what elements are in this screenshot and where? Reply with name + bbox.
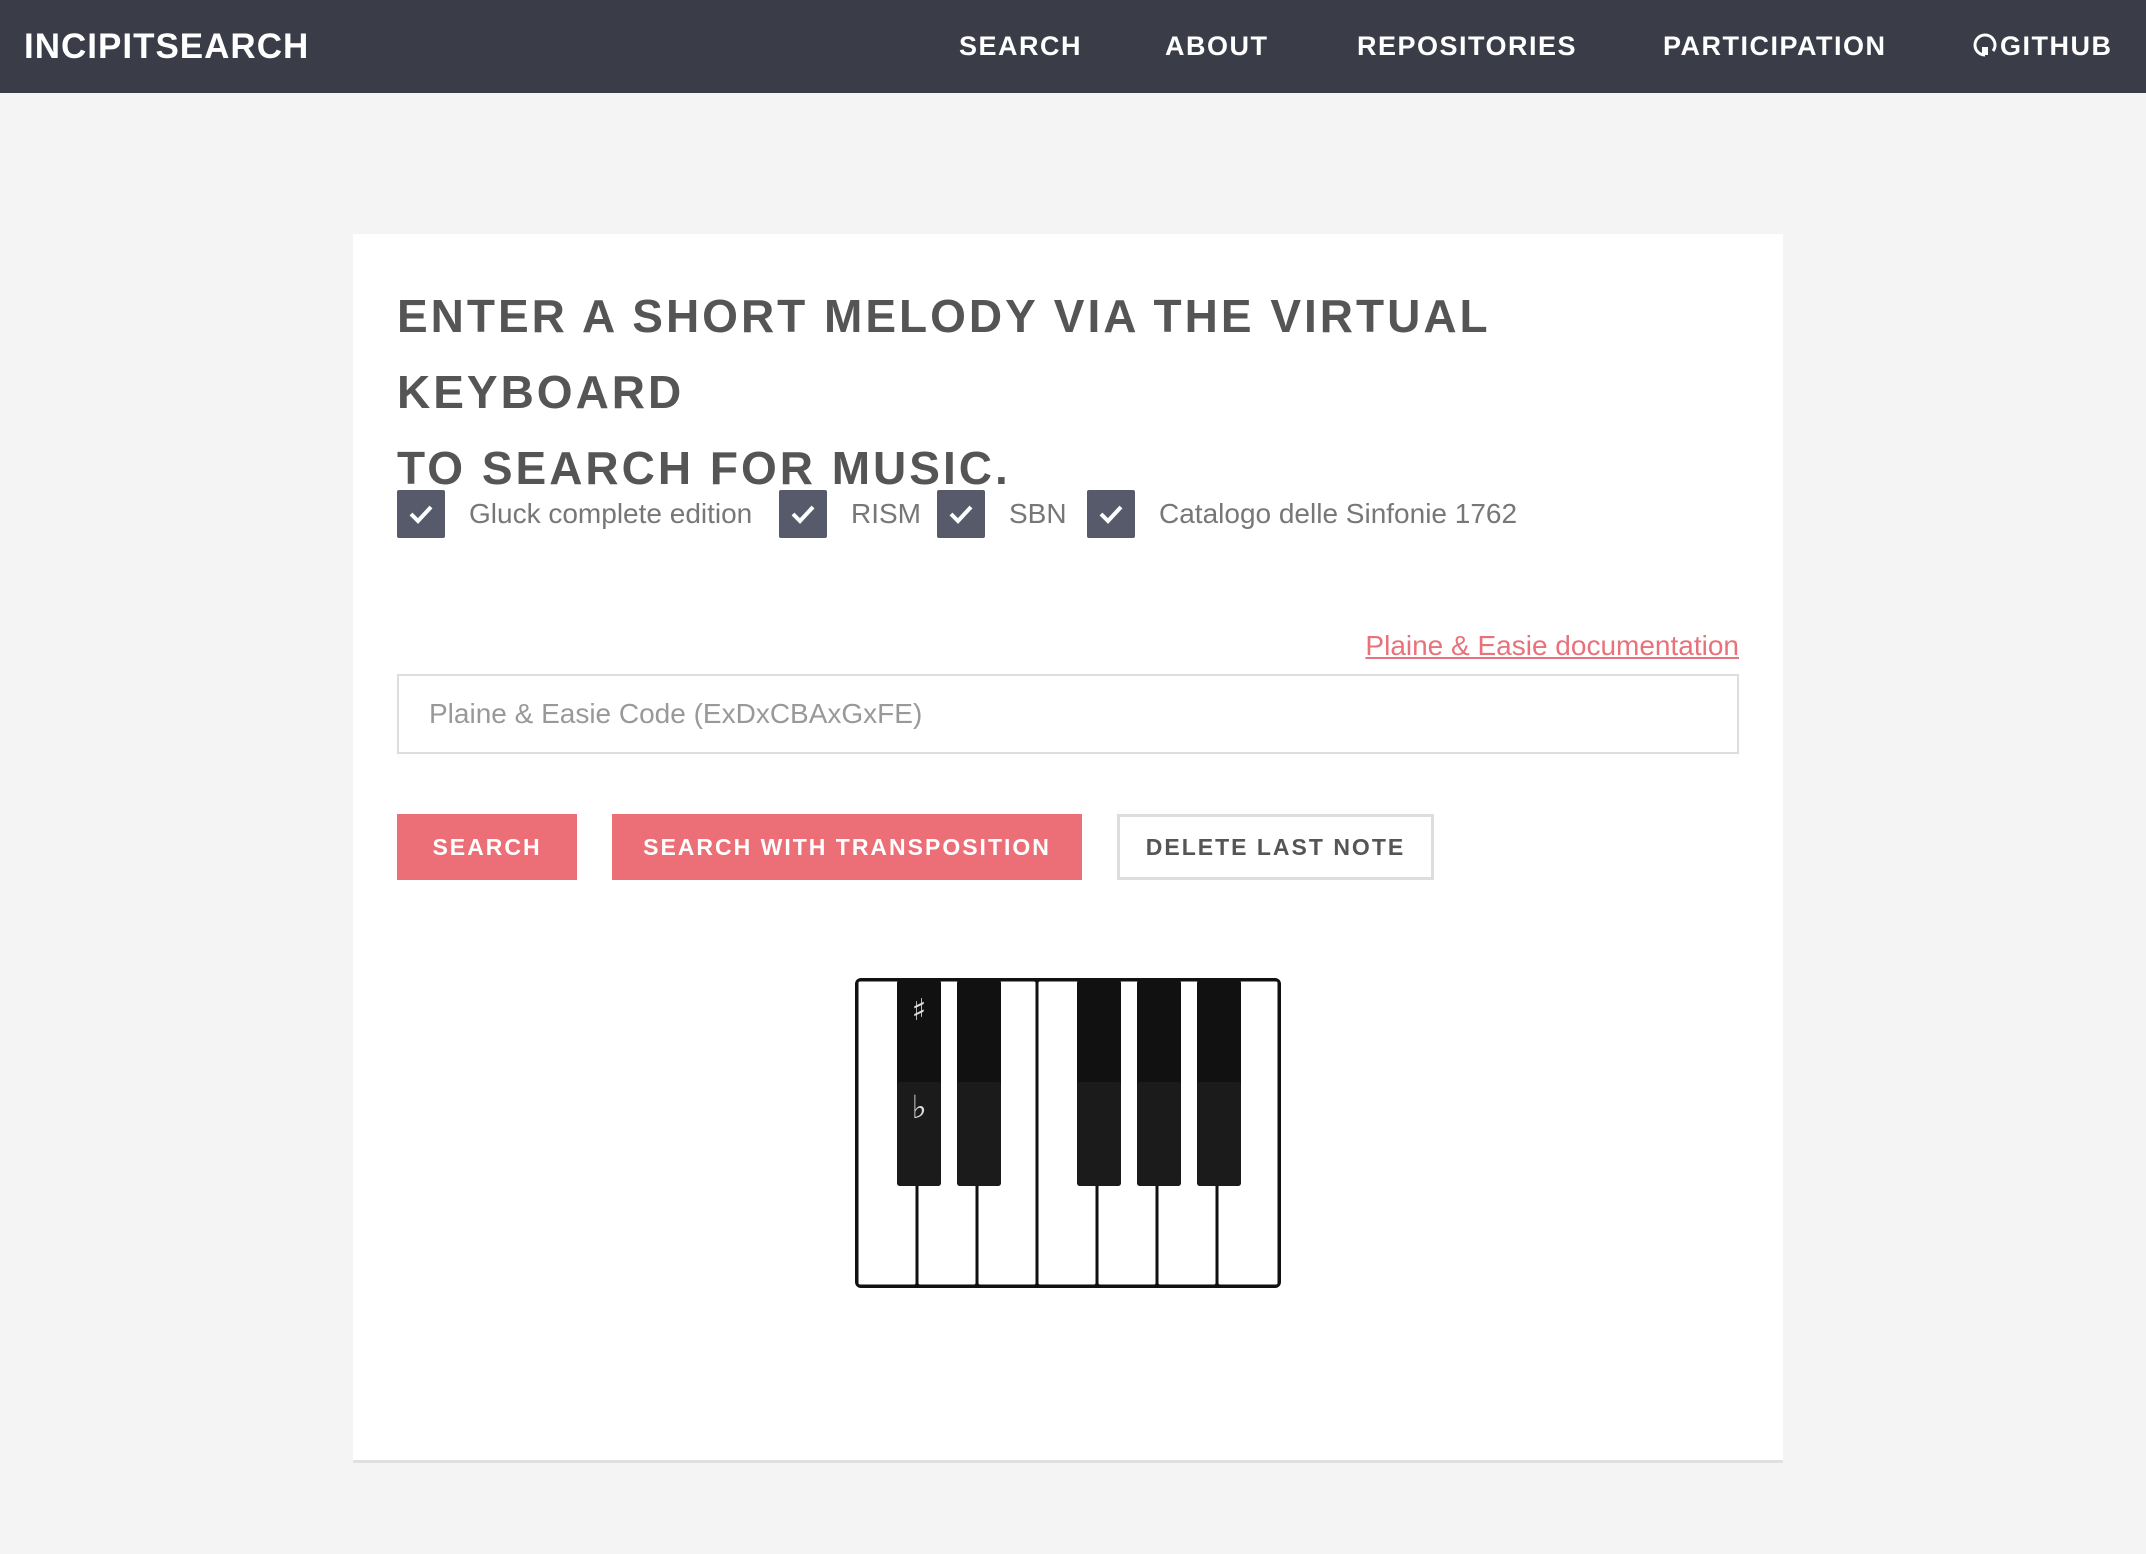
check-icon — [397, 490, 445, 538]
check-icon — [779, 490, 827, 538]
checkbox-sbn[interactable]: SBN — [937, 489, 1067, 539]
black-key-g-sharp[interactable] — [1137, 980, 1181, 1186]
search-button[interactable]: SEARCH — [397, 814, 577, 880]
github-icon — [1973, 33, 1997, 57]
check-icon — [1087, 490, 1135, 538]
flat-symbol: ♭ — [911, 1088, 926, 1126]
nav-about[interactable]: ABOUT — [1165, 0, 1269, 93]
page-title-line1: ENTER A SHORT MELODY VIA THE VIRTUAL KEY… — [397, 290, 1490, 418]
black-key-a-sharp[interactable] — [1197, 980, 1241, 1186]
delete-last-note-button[interactable]: DELETE LAST NOTE — [1117, 814, 1434, 880]
search-card: ENTER A SHORT MELODY VIA THE VIRTUAL KEY… — [353, 234, 1783, 1463]
top-navbar: INCIPITSEARCH SEARCH ABOUT REPOSITORIES … — [0, 0, 2146, 93]
virtual-keyboard[interactable]: ♯ ♭ — [855, 978, 1281, 1288]
black-key-f-sharp[interactable] — [1077, 980, 1121, 1186]
checkbox-rism-label: RISM — [851, 498, 921, 529]
sharp-symbol: ♯ — [912, 993, 927, 1028]
nav-repositories[interactable]: REPOSITORIES — [1357, 0, 1577, 93]
plaine-easie-input[interactable] — [397, 674, 1739, 754]
checkbox-catalogo-label: Catalogo delle Sinfonie 1762 — [1159, 498, 1518, 529]
page-title-line2: TO SEARCH FOR MUSIC. — [397, 442, 1011, 494]
checkbox-sbn-label: SBN — [1009, 498, 1067, 529]
checkbox-gluck-label: Gluck complete edition — [469, 498, 753, 529]
nav-github-label: GITHUB — [2000, 31, 2113, 61]
search-transposition-button[interactable]: SEARCH WITH TRANSPOSITION — [612, 814, 1082, 880]
page-title: ENTER A SHORT MELODY VIA THE VIRTUAL KEY… — [397, 278, 1757, 506]
black-key-d-sharp[interactable] — [957, 980, 1001, 1186]
plaine-easie-doc-link[interactable]: Plaine & Easie documentation — [1365, 630, 1739, 662]
checkbox-rism[interactable]: RISM — [779, 489, 921, 539]
nav-search[interactable]: SEARCH — [959, 0, 1082, 93]
brand-logo[interactable]: INCIPITSEARCH — [24, 0, 309, 93]
nav-participation[interactable]: PARTICIPATION — [1663, 0, 1887, 93]
checkbox-gluck[interactable]: Gluck complete edition — [397, 489, 752, 539]
check-icon — [937, 490, 985, 538]
checkbox-catalogo[interactable]: Catalogo delle Sinfonie 1762 — [1087, 489, 1517, 539]
nav-github[interactable]: GITHUB — [1972, 0, 2113, 93]
